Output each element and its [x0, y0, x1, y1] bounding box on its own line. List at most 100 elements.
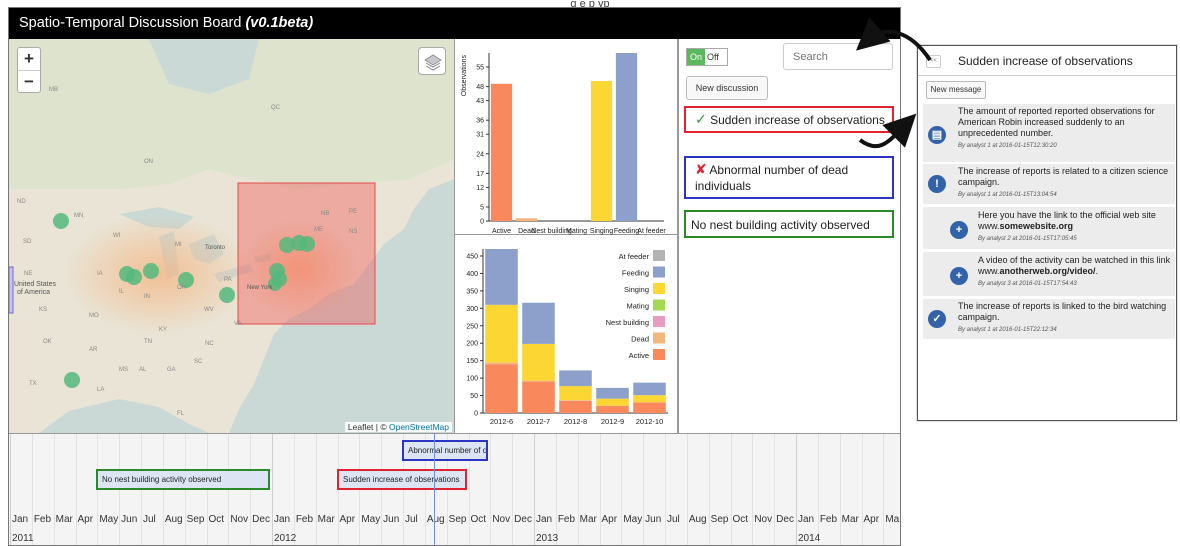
map-label: PA [224, 277, 232, 283]
timeline-month-label: Ma [885, 514, 900, 525]
new-message-button[interactable]: New message [926, 81, 986, 99]
y-tick-label: 0 [474, 411, 478, 418]
message-text: The increase of reports is linked to the… [958, 301, 1167, 322]
message-meta: By analyst 2 at 2016-01-15T17:05:45 [978, 236, 1077, 242]
zoom-out-button[interactable]: − [18, 70, 40, 92]
map-view[interactable]: MB ON QC ND MN SD WI MI NE IA IL IN OH P… [9, 39, 455, 433]
timeline-gridline [665, 434, 666, 545]
message-text-end: . [1095, 266, 1099, 276]
osm-link[interactable]: OpenStreetMap [389, 422, 449, 432]
discussion-card[interactable]: ✘ Abnormal number of dead individuals [684, 156, 894, 199]
x-tick-label: Singing [590, 228, 613, 235]
map-label: TN [144, 339, 152, 345]
stacked-bar-segment [485, 304, 518, 363]
discussion-card[interactable]: No nest building activity observed [684, 210, 894, 238]
map-label: PE [349, 209, 358, 215]
map-label: AR [89, 347, 98, 353]
toggle-off[interactable]: Off [707, 49, 719, 65]
y-tick-label: 150 [466, 358, 478, 365]
stacked-bar-segment [559, 386, 592, 401]
timeline-gridline [359, 434, 361, 545]
y-tick-label: 450 [466, 253, 478, 260]
timeline-event[interactable]: No nest building activity observed [96, 469, 270, 490]
x-tick-label: 2012-8 [564, 417, 587, 426]
detail-header: << Sudden increase of observations [918, 46, 1176, 76]
map-label: QC [271, 105, 280, 111]
timeline-month-label: Jul [667, 514, 680, 525]
message-link[interactable]: anotherweb.org/video/ [1000, 266, 1096, 276]
legend-label: Feeding [622, 269, 649, 278]
bar [490, 83, 513, 221]
timeline-month-label: Jul [143, 514, 156, 525]
timeline-gridline [337, 434, 339, 545]
lightbulb-icon: ! [928, 175, 946, 193]
legend-swatch [653, 283, 665, 294]
timeline-event[interactable]: Abnormal number of d [402, 440, 488, 461]
timeline-gridline [839, 434, 841, 545]
timeline-gridline [206, 434, 208, 545]
app-title: Spatio-Temporal Discussion Board [19, 15, 242, 31]
timeline-month-label: Aug [688, 514, 707, 525]
timeline-month-label: Dec [252, 514, 270, 525]
map-label: MN [74, 213, 84, 219]
toggle-on[interactable]: On [687, 49, 705, 65]
legend-swatch [653, 250, 665, 261]
y-tick-label: 43 [476, 98, 484, 105]
y-tick-label: 250 [466, 323, 478, 330]
app-version: (v0.1beta) [245, 15, 314, 31]
timeline-month-label: Aug [426, 514, 445, 525]
on-off-toggle[interactable]: On Off [686, 48, 728, 66]
y-tick-label: 200 [466, 341, 478, 348]
country-label: of America [17, 289, 51, 296]
back-button[interactable]: << [926, 55, 941, 68]
timeline[interactable]: Abnormal number of d No nest building ac… [9, 433, 900, 545]
search-input[interactable] [783, 43, 893, 70]
y-tick-label: 300 [466, 306, 478, 313]
timeline-gridline [796, 434, 797, 545]
timeline-month-label: Jun [645, 514, 662, 525]
timeline-gridline [10, 434, 11, 545]
stacked-bar-segment [559, 370, 592, 387]
new-discussion-button[interactable]: New discussion [686, 76, 768, 100]
zoom-in-button[interactable]: + [18, 48, 40, 70]
legend-swatch [653, 316, 665, 327]
plus-icon: + [950, 267, 968, 285]
timeline-month-label: Nov [492, 514, 511, 525]
timeline-month-label: Jan [274, 514, 291, 525]
discussion-title: Abnormal number of dead individuals [695, 163, 849, 193]
y-tick-label: 36 [476, 118, 484, 125]
timeline-gridline [162, 434, 164, 545]
y-tick-label: 100 [466, 376, 478, 383]
x-tick-label: Mating [566, 228, 587, 235]
timeline-month-label: Feb [295, 514, 314, 525]
layers-button[interactable] [418, 47, 446, 75]
x-tick-label: 2012-6 [490, 417, 513, 426]
timeline-event[interactable]: Sudden increase of observations [337, 469, 467, 490]
y-tick-label: 55 [476, 65, 484, 72]
timeline-month-label: Oct [732, 514, 749, 525]
timeline-month-label: Mar [317, 514, 335, 525]
legend-swatch [653, 349, 665, 360]
timeline-gridline [577, 434, 579, 545]
timeline-month-label: Dec [776, 514, 794, 525]
y-tick-label: 48 [476, 84, 484, 91]
x-tick-label: Feeding [614, 228, 639, 235]
message-body: The increase of reports is linked to the… [958, 301, 1170, 336]
message-item: ▤ The amount of reported reported observ… [923, 104, 1175, 162]
timeline-gridline [708, 434, 710, 545]
timeline-cursor[interactable] [434, 434, 435, 545]
message-link[interactable]: somewebsite.org [1000, 221, 1074, 231]
discussion-card[interactable]: ✓ Sudden increase of observations [684, 106, 894, 133]
message-body: The increase of reports is related to a … [958, 166, 1170, 201]
map-label: KS [39, 307, 48, 313]
map-label: SD [23, 239, 32, 245]
map-attribution: Leaflet | © OpenStreetMap [344, 422, 452, 432]
y-tick-label: 400 [466, 271, 478, 278]
stacked-bar-segment [522, 302, 555, 344]
x-tick-label: 2012-9 [601, 417, 624, 426]
legend-label: Dead [631, 335, 649, 344]
y-axis-label: Observations [461, 55, 468, 97]
map-label: VA [234, 321, 242, 327]
timeline-gridline [315, 434, 317, 545]
y-tick-label: 12 [476, 185, 484, 192]
